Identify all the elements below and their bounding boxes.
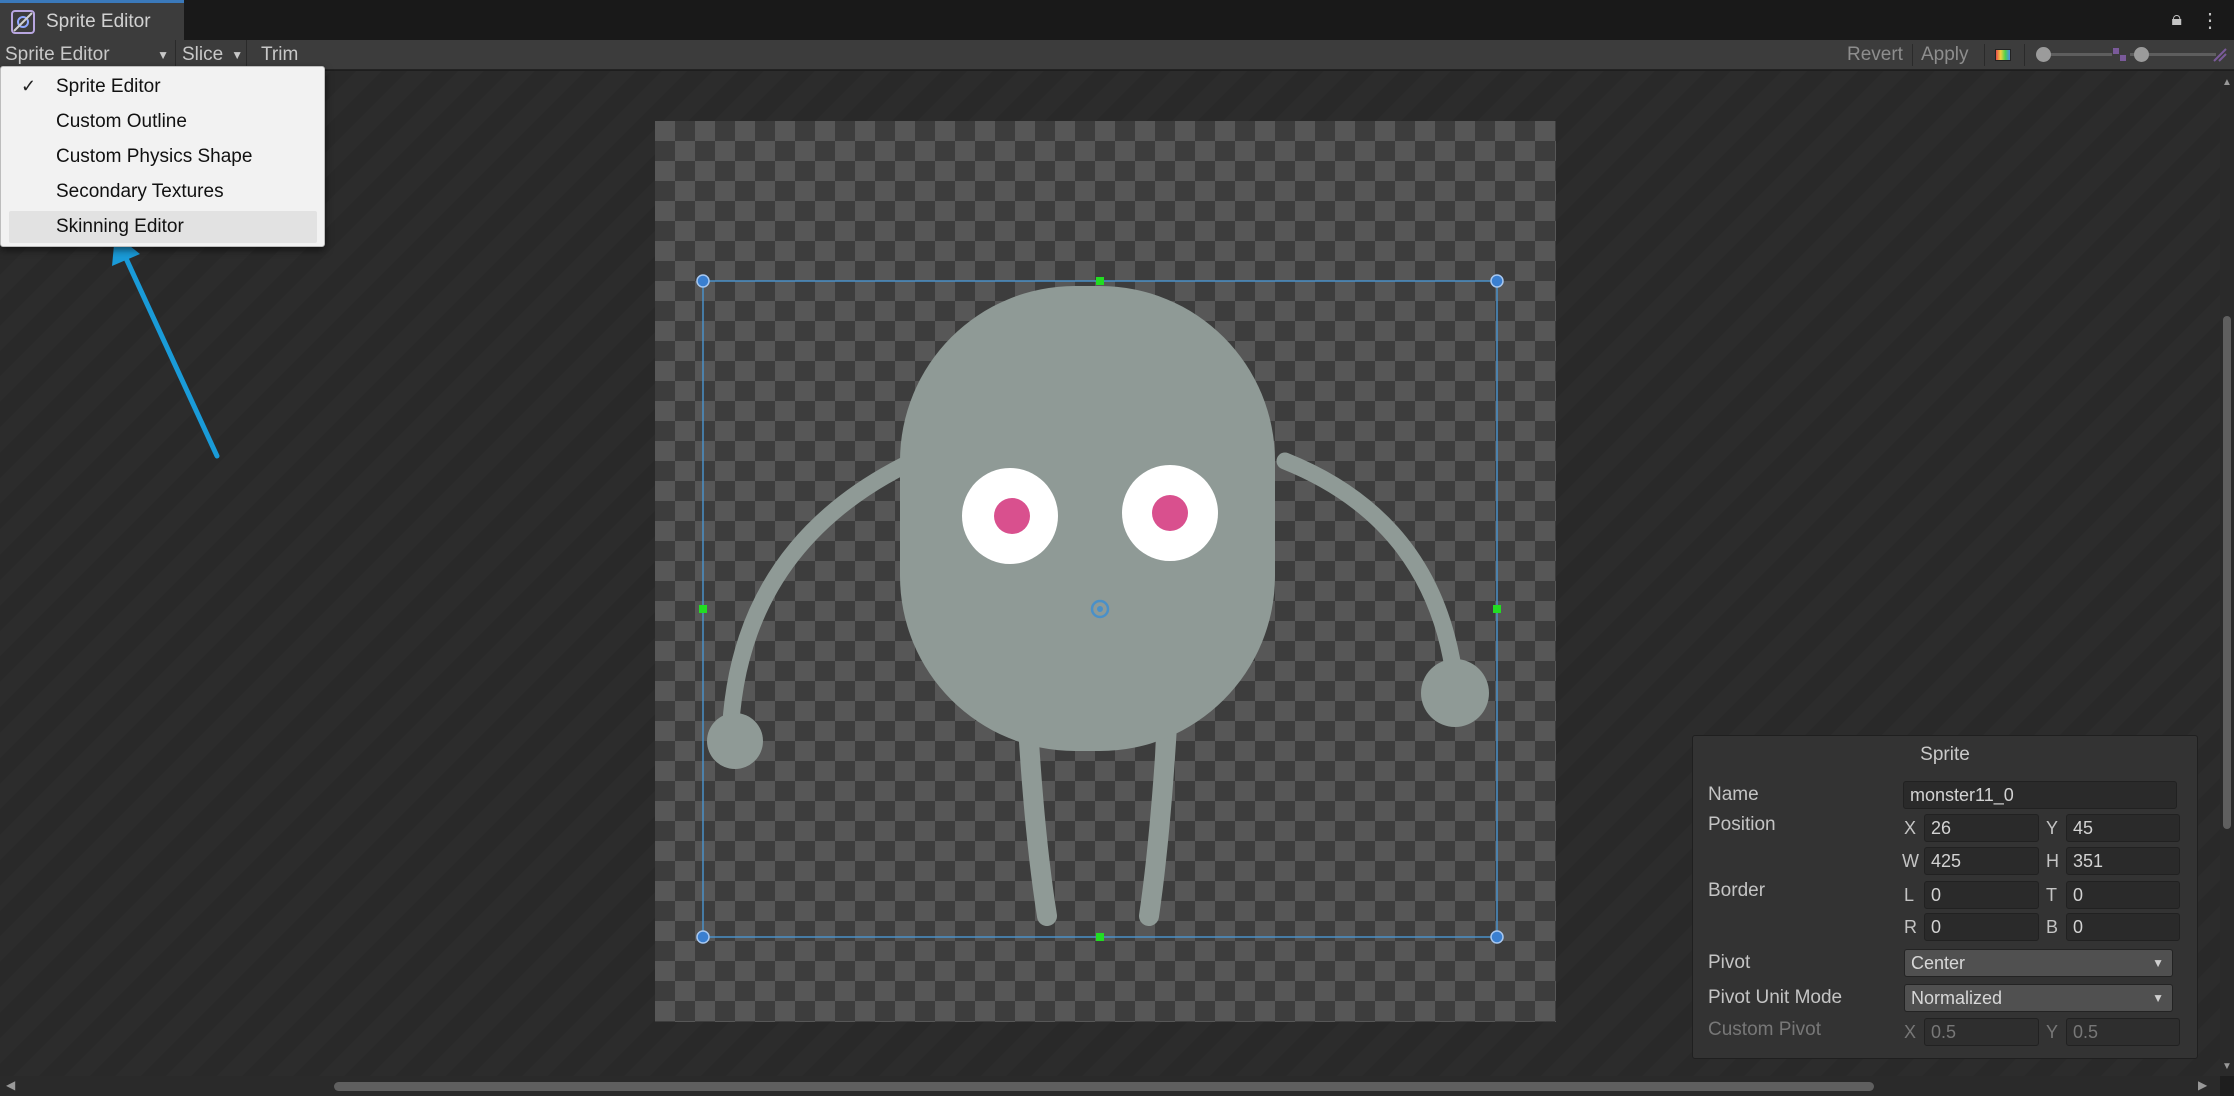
- border-left-field[interactable]: 0: [1924, 881, 2039, 909]
- border-right-field[interactable]: 0: [1924, 913, 2039, 941]
- custom-pivot-y-label: Y: [2046, 1022, 2059, 1042]
- menu-item-skinning-editor[interactable]: Skinning Editor: [9, 211, 317, 243]
- chevron-down-icon: ▼: [2152, 956, 2164, 970]
- scroll-right-icon[interactable]: ▶: [2198, 1078, 2207, 1092]
- border-top-field[interactable]: 0: [2066, 881, 2180, 909]
- corner-handle-bottom-left: [696, 930, 710, 944]
- trim-label: Trim: [261, 44, 299, 65]
- mip-slider-knob[interactable]: [2134, 47, 2149, 62]
- title-bar: Sprite Editor 🔒︎ ⋮: [0, 0, 2234, 40]
- sprite-info-panel: Sprite Name monster11_0 Position X 26 Y …: [1692, 735, 2198, 1059]
- t-label: T: [2046, 885, 2057, 905]
- custom-pivot-y-field: 0.5: [2066, 1018, 2180, 1046]
- sprite-editor-tab[interactable]: Sprite Editor: [0, 0, 184, 40]
- vertical-scroll-thumb[interactable]: [2223, 316, 2231, 829]
- chevron-down-icon: ▼: [231, 48, 244, 62]
- width-field[interactable]: 425: [1924, 847, 2039, 875]
- horizontal-scroll-thumb[interactable]: [334, 1082, 1874, 1091]
- chevron-down-icon: ▼: [2152, 991, 2164, 1005]
- menu-item-label: Custom Outline: [56, 111, 187, 132]
- position-label: Position: [1708, 814, 1776, 835]
- mipmap-icon: [2113, 48, 2126, 61]
- apply-label: Apply: [1921, 44, 1969, 65]
- menu-item-custom-outline[interactable]: Custom Outline: [9, 106, 317, 138]
- editor-mode-menu: ✓ Sprite Editor Custom Outline Custom Ph…: [0, 66, 325, 247]
- x-label: X: [1904, 818, 1917, 838]
- kebab-menu-icon[interactable]: ⋮: [2200, 8, 2220, 33]
- h-label: H: [2046, 851, 2059, 871]
- menu-item-label: Sprite Editor: [56, 76, 161, 97]
- corner-handle-top-left: [696, 274, 710, 288]
- checkmark-icon: ✓: [21, 76, 37, 96]
- edge-handle-top: [1096, 277, 1104, 285]
- scroll-left-icon[interactable]: ◀: [6, 1078, 15, 1092]
- b-label: B: [2046, 917, 2059, 937]
- menu-item-sprite-editor[interactable]: ✓ Sprite Editor: [9, 71, 317, 103]
- alpha-icon[interactable]: [2212, 47, 2228, 63]
- apply-button[interactable]: Apply: [1916, 40, 1974, 70]
- custom-pivot-x-field: 0.5: [1924, 1018, 2039, 1046]
- vertical-scrollbar[interactable]: ▲ ▼: [2220, 71, 2234, 1076]
- position-y-field[interactable]: 45: [2066, 814, 2180, 842]
- scroll-up-icon[interactable]: ▲: [2222, 77, 2232, 88]
- position-x-field[interactable]: 26: [1924, 814, 2039, 842]
- w-label: W: [1902, 851, 1919, 871]
- color-channel-icon[interactable]: [1995, 49, 2011, 61]
- editor-toolbar: Sprite Editor ▼ Slice ▼ Trim Revert Appl…: [0, 40, 2234, 70]
- zoom-slider-knob[interactable]: [2036, 47, 2051, 62]
- horizontal-scrollbar[interactable]: ◀ ▶: [0, 1076, 2220, 1096]
- menu-item-label: Secondary Textures: [56, 181, 224, 202]
- sprite-overlay[interactable]: [655, 121, 1556, 1022]
- edge-handle-left: [699, 605, 707, 613]
- height-field[interactable]: 351: [2066, 847, 2180, 875]
- pivot-unit-mode-dropdown[interactable]: Normalized ▼: [1904, 984, 2173, 1012]
- sprite-editor-icon: [11, 9, 35, 34]
- r-label: R: [1904, 917, 1917, 937]
- name-label: Name: [1708, 784, 1759, 805]
- y-label: Y: [2046, 818, 2059, 838]
- pivot-value: Center: [1911, 952, 1966, 973]
- border-bottom-field[interactable]: 0: [2066, 913, 2180, 941]
- pivot-label: Pivot: [1708, 952, 1751, 973]
- custom-pivot-x-label: X: [1904, 1022, 1917, 1042]
- panel-title: Sprite: [1920, 744, 1970, 765]
- scroll-down-icon[interactable]: ▼: [2222, 1061, 2232, 1072]
- pivot-unit-mode-label: Pivot Unit Mode: [1708, 987, 1843, 1008]
- menu-item-label: Custom Physics Shape: [56, 146, 253, 167]
- annotation-arrow: [112, 234, 220, 459]
- mode-select-label: Sprite Editor: [5, 44, 110, 65]
- revert-label: Revert: [1847, 44, 1903, 65]
- menu-item-secondary-textures[interactable]: Secondary Textures: [9, 176, 317, 208]
- l-label: L: [1904, 885, 1915, 905]
- tab-title: Sprite Editor: [46, 10, 151, 32]
- menu-item-label: Skinning Editor: [56, 216, 184, 237]
- lock-icon[interactable]: 🔒︎: [2171, 8, 2182, 33]
- slice-label: Slice: [182, 44, 224, 65]
- custom-pivot-label: Custom Pivot: [1708, 1019, 1821, 1040]
- border-label: Border: [1708, 880, 1766, 901]
- edge-handle-right: [1493, 605, 1501, 613]
- corner-handle-bottom-right: [1490, 930, 1504, 944]
- edge-handle-bottom: [1096, 933, 1104, 941]
- corner-handle-top-right: [1490, 274, 1504, 288]
- chevron-down-icon: ▼: [157, 48, 169, 62]
- revert-button[interactable]: Revert: [1842, 40, 1908, 70]
- pivot-dropdown[interactable]: Center ▼: [1904, 949, 2173, 977]
- name-field[interactable]: monster11_0: [1903, 781, 2177, 809]
- menu-item-custom-physics-shape[interactable]: Custom Physics Shape: [9, 141, 317, 173]
- pivot-unit-mode-value: Normalized: [1911, 987, 2003, 1008]
